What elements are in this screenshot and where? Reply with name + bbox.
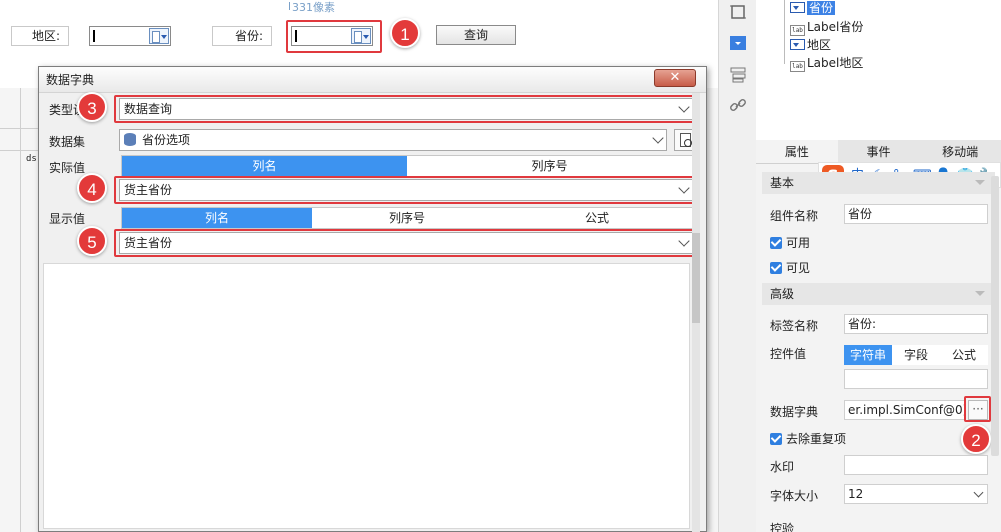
step-badge-3: 3 — [77, 92, 107, 122]
control-value-input[interactable] — [844, 369, 988, 389]
widget-name-label: 组件名称 — [770, 209, 819, 223]
province-label: 省份: — [212, 26, 272, 46]
font-size-value: 12 — [848, 487, 864, 501]
widget-tree: 省份 lab Label省份 地区 lab Label地区 — [756, 0, 1001, 140]
dataset-select-value: 省份选项 — [142, 133, 191, 147]
control-value-tabs: 字符串 字段 公式 — [844, 345, 988, 365]
tree-item-label: 省份 — [807, 1, 836, 15]
dropdown-icon[interactable] — [351, 28, 371, 44]
control-tab-string[interactable]: 字符串 — [844, 345, 892, 365]
property-panel: 省份 labLabel省份 地区 labLabel地区 属性 事件 移动端 S … — [756, 0, 1001, 532]
chevron-down-icon — [973, 487, 984, 498]
section-advanced[interactable]: 高级 — [762, 283, 995, 305]
tree-item-label: Label地区 — [807, 56, 864, 70]
dropdown-icon[interactable] — [149, 28, 169, 44]
dataset-label: 数据集 — [49, 135, 86, 149]
control-value-label: 控件值 — [770, 347, 807, 361]
display-tab-column-name[interactable]: 列名 — [122, 208, 312, 228]
grid-cell-text: ds — [26, 154, 37, 164]
control-tab-field[interactable]: 字段 — [892, 345, 940, 365]
highlight-box-4 — [114, 176, 697, 204]
section-partial-label: 控验 — [770, 522, 795, 532]
layer-icon[interactable] — [729, 66, 747, 84]
tab-events[interactable]: 事件 — [838, 140, 920, 163]
actual-tab-column-name[interactable]: 列名 — [122, 156, 407, 176]
step-badge-5: 5 — [77, 226, 107, 256]
panel-scrollbar[interactable] — [991, 176, 999, 456]
data-dictionary-dialog: 数据字典 ✕ 类型设 数据查询 3 数据集 省份选项 实际值 列名 列序号 货主… — [38, 66, 707, 532]
text-caret — [295, 30, 297, 42]
frame-icon[interactable] — [729, 3, 747, 21]
link-icon[interactable] — [729, 96, 747, 114]
display-tab-column-index[interactable]: 列序号 — [312, 208, 502, 228]
combo-icon — [790, 2, 805, 13]
dialog-scrollbar[interactable] — [692, 93, 700, 532]
step-badge-1: 1 — [390, 18, 420, 48]
dialog-body-area — [43, 263, 690, 529]
dedupe-label: 去除重复项 — [786, 432, 847, 446]
tree-item-label-province[interactable]: lab Label省份 — [790, 19, 863, 36]
tab-properties[interactable]: 属性 — [756, 140, 838, 163]
step-badge-4: 4 — [77, 173, 107, 203]
tree-guide-line — [784, 0, 785, 64]
visible-label: 可见 — [786, 261, 811, 275]
pixel-hint: 331像素 — [292, 1, 335, 14]
tab-mobile[interactable]: 移动端 — [919, 140, 1001, 163]
tree-item-label-region[interactable]: lab Label地区 — [790, 55, 863, 72]
label-icon: lab — [790, 25, 805, 36]
more-options-button[interactable]: ··· — [968, 400, 988, 420]
font-size-label: 字体大小 — [770, 489, 819, 503]
text-caret — [93, 30, 95, 42]
dedupe-checkbox[interactable]: 去除重复项 — [770, 430, 846, 447]
tool-strip — [718, 0, 756, 532]
data-dictionary-input[interactable]: er.impl.SimConf@0]] — [844, 400, 966, 420]
watermark-label: 水印 — [770, 460, 795, 474]
province-combo[interactable] — [291, 26, 373, 46]
tree-item-province[interactable]: 省份 — [790, 0, 836, 17]
dialog-title: 数据字典 — [39, 67, 706, 93]
database-icon — [124, 133, 136, 146]
section-basic[interactable]: 基本 — [762, 172, 995, 194]
pixel-hint-tick — [289, 2, 290, 10]
grid-line — [20, 88, 21, 532]
actual-tab-column-index[interactable]: 列序号 — [407, 156, 692, 176]
highlight-box-3 — [114, 95, 697, 123]
step-badge-2: 2 — [961, 424, 991, 454]
display-value-label: 显示值 — [49, 212, 86, 226]
label-icon: lab — [790, 61, 805, 72]
tree-item-label: Label省份 — [807, 20, 864, 34]
region-label: 地区: — [11, 26, 69, 46]
control-tab-formula[interactable]: 公式 — [940, 345, 988, 365]
tag-name-input[interactable]: 省份: — [844, 314, 988, 334]
enabled-label: 可用 — [786, 236, 811, 250]
region-combo[interactable] — [89, 26, 171, 46]
close-button[interactable]: ✕ — [654, 69, 696, 87]
panel-tabs: 属性 事件 移动端 — [756, 140, 1001, 164]
highlight-box-5 — [114, 229, 697, 257]
dataset-select[interactable]: 省份选项 — [119, 129, 667, 151]
combo-widget-icon[interactable] — [729, 34, 747, 52]
visible-checkbox[interactable]: 可见 — [770, 259, 810, 276]
scrollbar-thumb[interactable] — [692, 233, 700, 323]
display-value-mode-tabs: 列名 列序号 公式 — [121, 207, 693, 229]
display-tab-formula[interactable]: 公式 — [502, 208, 692, 228]
chevron-down-icon — [652, 132, 664, 144]
data-dictionary-label: 数据字典 — [770, 405, 819, 419]
checkbox-checked-icon — [770, 237, 782, 249]
tag-name-label: 标签名称 — [770, 319, 819, 333]
tree-item-region[interactable]: 地区 — [790, 37, 831, 54]
watermark-input[interactable] — [844, 455, 988, 475]
query-button[interactable]: 查询 — [436, 25, 516, 45]
checkbox-checked-icon — [770, 262, 782, 274]
enabled-checkbox[interactable]: 可用 — [770, 234, 810, 251]
combo-icon — [790, 39, 805, 50]
checkbox-checked-icon — [770, 433, 782, 445]
actual-value-label: 实际值 — [49, 161, 86, 175]
actual-value-mode-tabs: 列名 列序号 — [121, 155, 693, 177]
widget-name-input[interactable]: 省份 — [844, 204, 988, 224]
tree-item-label: 地区 — [807, 38, 832, 52]
font-size-select[interactable]: 12 — [844, 484, 988, 504]
